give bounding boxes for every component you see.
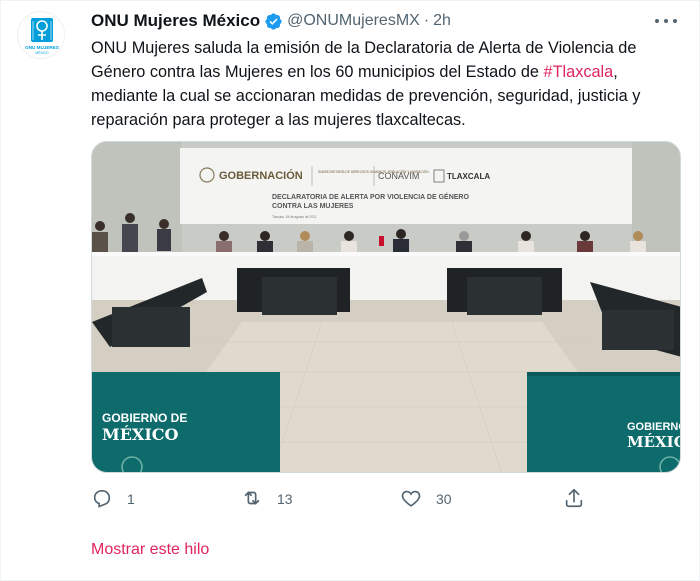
un-women-logo-icon: ONU MUJERES MÉXICO — [25, 18, 59, 55]
tweet-text-line-4: reparación para proteger a las mujeres t… — [91, 111, 466, 129]
panel-left-line-1: GOBIERNO DE — [102, 411, 187, 425]
hashtag-link[interactable]: #Tlaxcala — [544, 63, 614, 81]
like-count: 30 — [436, 491, 452, 507]
reply-icon — [91, 487, 113, 512]
hashtag-suffix: , — [613, 63, 618, 81]
reply-button[interactable]: 1 — [91, 485, 135, 513]
tweet-header: ONU Mujeres México @ONUMujeresMX · 2h — [91, 9, 685, 33]
tweet-text: ONU Mujeres saluda la emisión de la Decl… — [91, 36, 691, 132]
tweet-text-line-2: Género contra las Mujeres en los 60 muni… — [91, 60, 691, 84]
banner-title-line-2: CONTRA LAS MUJERES — [272, 203, 354, 210]
panel-left-line-2: MÉXICO — [102, 424, 179, 444]
panel-right-line-2: MÉXIC — [627, 433, 681, 451]
show-thread-link[interactable]: Mostrar este hilo — [91, 541, 209, 559]
banner-tlaxcala: TLAXCALA — [447, 172, 490, 181]
event-banner — [180, 148, 632, 224]
like-button[interactable]: 30 — [400, 485, 452, 513]
gobierno-de-mexico-panel-right: GOBIERNO MÉXIC — [527, 372, 681, 472]
heart-icon — [400, 487, 422, 512]
banner-date: Tlaxcala, 18 de agosto de 2021 — [272, 215, 317, 219]
tweet-media-photo[interactable]: GOBERNACIÓN SUBSECRETARÍA DE DERECHOS HU… — [91, 141, 681, 473]
avatar-logo-text: ONU MUJERES — [25, 45, 59, 50]
avatar-sub-text: MÉXICO — [35, 50, 49, 55]
tweet-text-line-1: ONU Mujeres saluda la emisión de la Decl… — [91, 39, 637, 57]
tweet-text-line-2-body: Género contra las Mujeres en los 60 muni… — [91, 63, 544, 81]
more-options-icon[interactable] — [655, 12, 677, 30]
retweet-count: 13 — [277, 491, 293, 507]
reply-count: 1 — [127, 491, 135, 507]
handle[interactable]: @ONUMujeresMX — [287, 12, 420, 30]
banner-conavim: CONAVIM — [378, 171, 419, 181]
display-name[interactable]: ONU Mujeres México — [91, 11, 260, 31]
banner-gobernacion: GOBERNACIÓN — [219, 169, 303, 182]
separator-dot: · — [423, 12, 430, 29]
retweet-icon — [241, 487, 263, 512]
tweet-actions: 1 13 30 — [91, 485, 591, 513]
panel-right-line-1: GOBIERNO — [627, 421, 681, 433]
verified-badge-icon — [264, 12, 283, 31]
avatar[interactable]: ONU MUJERES MÉXICO — [17, 11, 65, 59]
gobierno-de-mexico-panel-left: GOBIERNO DE MÉXICO — [92, 372, 280, 472]
retweet-button[interactable]: 13 — [241, 485, 293, 513]
tweet-text-line-3: mediante la cual se accionaran medidas d… — [91, 87, 641, 105]
timestamp[interactable]: 2h — [433, 12, 451, 30]
share-icon — [563, 487, 585, 512]
conference-photo: GOBERNACIÓN SUBSECRETARÍA DE DERECHOS HU… — [92, 142, 681, 472]
banner-title-line-1: DECLARATORIA DE ALERTA POR VIOLENCIA DE … — [272, 192, 469, 201]
share-button[interactable] — [563, 485, 585, 513]
tweet-card[interactable]: ONU MUJERES MÉXICO ONU Mujeres México @O… — [0, 0, 700, 581]
